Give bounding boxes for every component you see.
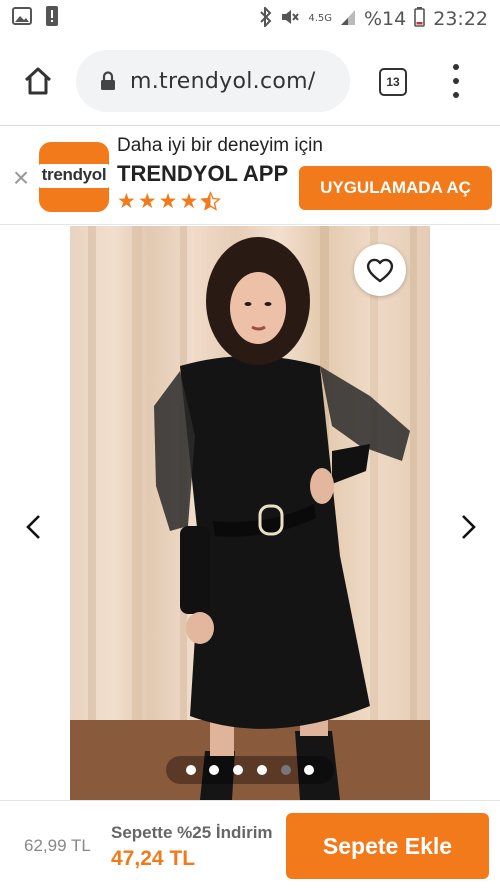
home-icon (24, 67, 52, 95)
lock-icon (101, 71, 115, 90)
menu-dot-icon (453, 78, 459, 84)
discounted-price: 47,24 TL (111, 847, 196, 870)
chevron-left-icon (26, 515, 40, 539)
star-half-icon (200, 191, 222, 217)
address-bar[interactable]: m.trendyol.com/ (76, 50, 350, 112)
star-full-icon: ★ (179, 190, 199, 213)
banner-subtitle: Daha iyi bir deneyim için (117, 135, 323, 156)
open-in-app-button[interactable]: UYGULAMADA AÇ (299, 166, 492, 210)
star-full-icon: ★ (158, 190, 178, 213)
chevron-right-icon (462, 515, 476, 539)
url-text: m.trendyol.com/ (130, 68, 316, 94)
browser-toolbar: m.trendyol.com/ 13 (0, 38, 500, 126)
tab-switcher-button[interactable]: 13 (379, 68, 407, 96)
status-bar: 4.5G %14 23:22 (0, 0, 500, 38)
next-image-button[interactable] (454, 512, 484, 542)
mute-icon (280, 8, 300, 31)
home-button[interactable] (18, 61, 58, 101)
clock: 23:22 (433, 8, 488, 30)
star-full-icon: ★ (137, 190, 157, 213)
app-install-banner: × trendyol Daha iyi bir deneyim için TRE… (0, 127, 500, 225)
add-to-cart-button[interactable]: Sepete Ekle (286, 813, 489, 879)
overflow-menu-button[interactable] (446, 64, 466, 98)
pagination-dot[interactable] (233, 765, 244, 775)
pagination-dot[interactable] (256, 765, 267, 775)
pagination-dot-active[interactable] (280, 765, 291, 775)
battery-percent: %14 (364, 8, 407, 30)
app-logo: trendyol (39, 142, 109, 212)
close-banner-button[interactable]: × (8, 162, 34, 193)
logo-wordmark: trendyol (41, 165, 107, 184)
cart-discount-label: Sepette %25 İndirim (111, 823, 273, 842)
network-type: 4.5G (308, 13, 332, 24)
menu-dot-icon (453, 92, 459, 98)
product-gallery[interactable] (0, 226, 500, 800)
bluetooth-icon (260, 5, 272, 32)
previous-image-button[interactable] (18, 512, 48, 542)
heart-icon (366, 258, 394, 283)
image-icon (12, 7, 32, 31)
star-full-icon: ★ (117, 190, 136, 213)
status-right: 4.5G %14 23:22 (260, 5, 488, 32)
product-photo (70, 226, 430, 800)
signal-icon (340, 8, 356, 31)
pagination-dot[interactable] (304, 765, 315, 775)
status-left (12, 6, 58, 32)
pagination-dot[interactable] (209, 765, 220, 775)
menu-dot-icon (453, 64, 459, 70)
original-price: 62,99 TL (24, 836, 91, 855)
pagination-dot[interactable] (185, 765, 196, 775)
tab-count: 13 (386, 75, 400, 89)
alert-icon (46, 6, 58, 32)
screen: 4.5G %14 23:22 m.trendyol.com/ 13 × tren… (0, 0, 500, 888)
close-icon: × (12, 162, 30, 193)
battery-icon (414, 6, 426, 32)
rating-stars: ★ ★ ★ ★ (117, 190, 222, 217)
favorite-button[interactable] (354, 244, 406, 296)
image-pagination (166, 756, 334, 784)
banner-title: TRENDYOL APP (117, 161, 289, 186)
purchase-bar: 62,99 TL Sepette %25 İndirim 47,24 TL Se… (0, 800, 500, 888)
